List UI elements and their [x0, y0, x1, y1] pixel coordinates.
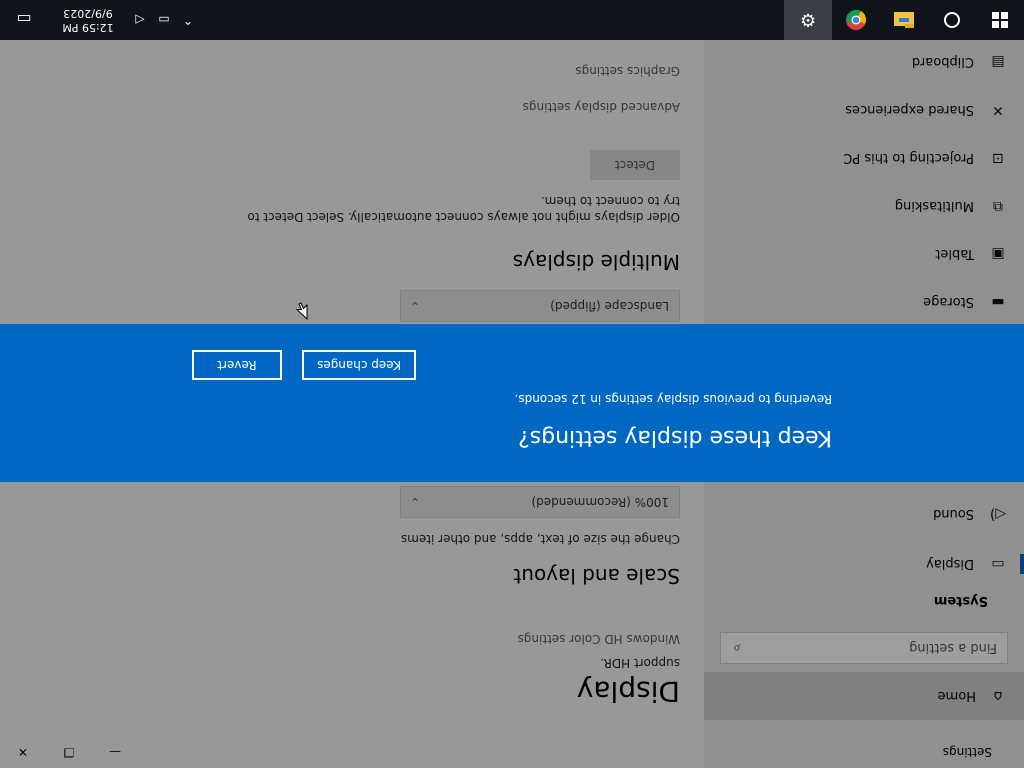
- volume-muted-icon[interactable]: ◁: [128, 13, 152, 27]
- clock-date: 9/9/2023: [63, 7, 113, 20]
- mouse-cursor-icon: [296, 302, 308, 320]
- clock-time: 12:59 PM: [62, 21, 114, 34]
- system-tray: ⌃ ▭ ◁ 12:59 PM 9/9/2023 ▭: [0, 0, 200, 40]
- screen: Settings ⌂ Home Find a setting ⌕ System …: [0, 0, 1024, 768]
- revert-button[interactable]: Revert: [192, 350, 282, 380]
- network-icon[interactable]: ▭: [152, 13, 176, 27]
- dialog-message: Reverting to previous display settings i…: [514, 392, 832, 406]
- keep-changes-button[interactable]: Keep changes: [302, 350, 416, 380]
- clock[interactable]: 12:59 PM 9/9/2023: [48, 6, 128, 34]
- file-explorer-icon[interactable]: [880, 0, 928, 40]
- notification-icon[interactable]: ▭: [0, 11, 48, 30]
- chrome-icon[interactable]: [832, 0, 880, 40]
- cortana-icon[interactable]: [928, 0, 976, 40]
- dialog-title: Keep these display settings?: [518, 425, 832, 450]
- taskbar-apps: ⚙: [784, 0, 1024, 40]
- taskbar: ⚙ ⌃ ▭ ◁ 12:59 PM 9/9/2023 ▭: [0, 0, 1024, 40]
- start-icon[interactable]: [976, 0, 1024, 40]
- chevron-up-icon[interactable]: ⌃: [176, 13, 200, 27]
- keep-display-settings-dialog: Keep these display settings? Reverting t…: [0, 324, 1024, 482]
- settings-icon[interactable]: ⚙: [784, 0, 832, 40]
